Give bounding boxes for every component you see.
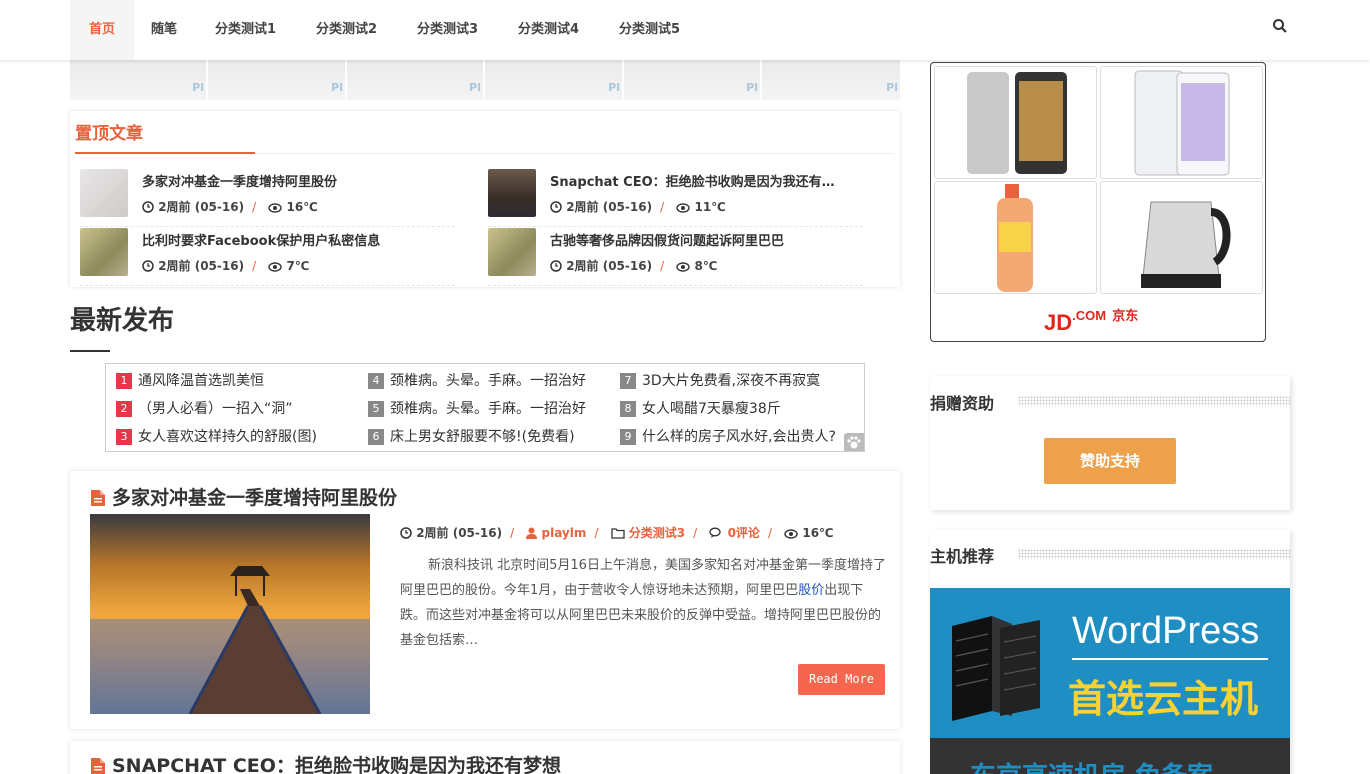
nav-cat4[interactable]: 分类测试4 — [501, 0, 596, 60]
strip-thumb[interactable]: Pl — [70, 60, 206, 100]
ad-product[interactable] — [934, 181, 1097, 294]
kettle-image — [1141, 201, 1231, 288]
nav-essays[interactable]: 随笔 — [134, 0, 194, 60]
title-underline — [75, 152, 255, 154]
eye-icon — [676, 262, 691, 272]
clock-icon — [550, 260, 562, 272]
phone-image — [1134, 70, 1230, 176]
post-meta: 2周前 (05-16)/ 8℃ — [550, 257, 717, 274]
nav-cat2[interactable]: 分类测试2 — [299, 0, 394, 60]
post-thumbnail[interactable] — [80, 228, 128, 276]
strip-thumb[interactable]: Pl — [208, 60, 345, 100]
widget-title: 主机推荐 — [930, 547, 995, 566]
ad-product[interactable] — [1100, 66, 1263, 179]
donate-widget: 捐赠资助 赞助支持 — [930, 376, 1290, 510]
ad-link[interactable]: 8 女人喝醋7天暴瘦38斤 — [620, 398, 781, 418]
eye-icon — [268, 203, 283, 213]
ad-link[interactable]: 7 3D大片免费看,深夜不再寂寞 — [620, 370, 820, 390]
category-link[interactable]: 分类测试3 — [629, 526, 685, 540]
comments-icon — [709, 527, 722, 538]
sticky-post: 多家对冲基金一季度增持阿里股份 2周前 (05-16)/ 16℃ — [80, 169, 455, 227]
clock-icon — [142, 201, 154, 213]
post-thumbnail[interactable] — [488, 228, 536, 276]
post-card: SNAPCHAT CEO：拒绝脸书收购是因为我还有梦想 — [70, 741, 900, 774]
strip-thumb[interactable]: Pl — [485, 60, 622, 100]
spray-image — [997, 184, 1033, 292]
thumbnail-strip: Pl Pl Pl Pl Pl Pl — [70, 60, 900, 100]
post-meta: 2周前 (05-16)/ 7℃ — [142, 257, 309, 274]
sticky-post-title[interactable]: 多家对冲基金一季度增持阿里股份 — [142, 171, 452, 190]
sticky-post-title[interactable]: 比利时要求Facebook保护用户私密信息 — [142, 230, 452, 249]
eye-icon — [784, 529, 798, 539]
top-nav: 首页 随笔 分类测试1 分类测试2 分类测试3 分类测试4 分类测试5 — [0, 0, 1370, 60]
jd-logo: JD.COM 京东 — [1044, 308, 1139, 335]
post-thumbnail[interactable] — [80, 169, 128, 217]
post-meta: 2周前 (05-16)/ 11℃ — [550, 198, 726, 215]
nav-cat3[interactable]: 分类测试3 — [400, 0, 495, 60]
ad-product[interactable] — [1100, 181, 1263, 294]
comments-link[interactable]: 0评论 — [728, 526, 760, 540]
strip-thumb[interactable]: Pl — [347, 60, 483, 100]
post-meta: 2周前 (05-16) / playlm / 分类测试3/ 0评论/ 16℃ — [400, 524, 834, 541]
user-icon — [526, 527, 538, 539]
widget-title: 捐赠资助 — [930, 394, 995, 413]
ad-links-box: 1 通风降温首选凯美恒 2 （男人必看）一招入“洞” 3 女人喜欢这样持久的舒服(图)… — [105, 363, 865, 452]
post-title[interactable]: SNAPCHAT CEO：拒绝脸书收购是因为我还有梦想 — [90, 751, 561, 774]
sticky-post-title[interactable]: Snapchat CEO：拒绝脸书收购是因为我还有… — [550, 171, 860, 190]
folder-icon — [610, 528, 625, 539]
ad-link[interactable]: 4 颈椎病。头晕。手麻。一招治好 — [368, 370, 586, 390]
author-link[interactable]: playlm — [542, 526, 587, 540]
strip-thumb[interactable]: Pl — [624, 60, 760, 100]
clock-icon — [550, 201, 562, 213]
donate-button[interactable]: 赞助支持 — [1044, 438, 1176, 484]
post-card: 多家对冲基金一季度增持阿里股份 2周前 (05-16) / playlm / 分… — [70, 471, 900, 729]
document-icon — [91, 758, 105, 774]
paw-icon[interactable] — [844, 433, 864, 451]
post-title[interactable]: 多家对冲基金一季度增持阿里股份 — [90, 483, 397, 510]
jd-ad-banner[interactable]: ⓘ ✕ JD.COM 京东 — [930, 62, 1266, 342]
read-more-button[interactable]: Read More — [798, 664, 885, 695]
nav-cat5[interactable]: 分类测试5 — [602, 0, 697, 60]
sticky-post-title[interactable]: 古驰等奢侈品牌因假货问题起诉阿里巴巴 — [550, 230, 860, 249]
nav-cat1[interactable]: 分类测试1 — [198, 0, 293, 60]
banner-top: WordPress 首选云主机 — [930, 588, 1290, 738]
post-image[interactable] — [90, 514, 370, 714]
divider — [1072, 658, 1268, 660]
strip-thumb[interactable]: Pl — [762, 60, 900, 100]
phone-image — [967, 72, 1067, 174]
title-dots — [1018, 549, 1290, 559]
sticky-title: 置顶文章 — [75, 124, 143, 144]
ad-link[interactable]: 6 床上男女舒服要不够!(免费看) — [368, 426, 575, 446]
ad-link[interactable]: 2 （男人必看）一招入“洞” — [116, 398, 293, 418]
ad-link[interactable]: 5 颈椎病。头晕。手麻。一招治好 — [368, 398, 586, 418]
search-icon[interactable] — [1272, 18, 1290, 36]
ad-product[interactable] — [934, 66, 1097, 179]
ad-link[interactable]: 9 什么样的房子风水好,会出贵人? — [620, 426, 836, 446]
server-rack-icon — [952, 616, 1040, 721]
eye-icon — [676, 203, 691, 213]
document-icon — [91, 490, 105, 506]
title-dots — [1018, 396, 1290, 406]
post-thumbnail[interactable] — [488, 169, 536, 217]
clock-icon — [400, 527, 412, 539]
clock-icon — [142, 260, 154, 272]
sticky-posts-box: 置顶文章 多家对冲基金一季度增持阿里股份 2周前 (05-16)/ 16℃ Sn… — [70, 111, 900, 287]
ad-link[interactable]: 1 通风降温首选凯美恒 — [116, 370, 264, 390]
sticky-post: 古驰等奢侈品牌因假货问题起诉阿里巴巴 2周前 (05-16)/ 8℃ — [488, 228, 863, 286]
stock-link[interactable]: 股价 — [798, 583, 824, 598]
post-meta: 2周前 (05-16)/ 16℃ — [142, 198, 318, 215]
post-excerpt: 新浪科技讯 北京时间5月16日上午消息，美国多家知名对冲基金第一季度增持了阿里巴… — [400, 558, 886, 648]
title-underline — [70, 350, 110, 352]
wordpress-hosting-banner[interactable]: WordPress 首选云主机 东京高速机房 免备案 — [930, 588, 1290, 774]
sticky-post: Snapchat CEO：拒绝脸书收购是因为我还有… 2周前 (05-16) / … — [488, 169, 863, 227]
section-title: 最新发布 — [70, 306, 175, 336]
sticky-post: 比利时要求Facebook保护用户私密信息 2周前 (05-16)/ 7℃ — [80, 228, 455, 286]
ad-link[interactable]: 3 女人喜欢这样持久的舒服(图) — [116, 426, 317, 446]
nav-home[interactable]: 首页 — [70, 0, 134, 60]
eye-icon — [268, 262, 283, 272]
